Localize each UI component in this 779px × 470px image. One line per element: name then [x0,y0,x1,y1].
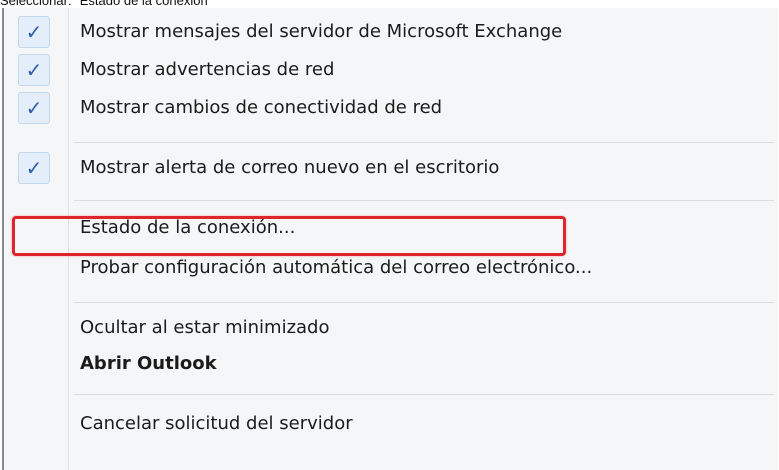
menu-item-open-outlook[interactable]: Abrir Outlook [4,346,779,382]
menu-separator [74,302,774,303]
menu-item-label: Mostrar advertencias de red [80,59,335,80]
checkmark-icon: ✓ [18,152,50,184]
menu-item-label: Cancelar solicitud del servidor [80,413,353,434]
menu-item-label: Abrir Outlook [80,353,217,374]
menu-item-label: Ocultar al estar minimizado [80,317,330,338]
menu-item-label: Mostrar cambios de conectividad de red [80,97,443,118]
checkmark-icon: ✓ [18,16,50,48]
menu-item-hide-when-minimized[interactable]: Ocultar al estar minimizado [4,310,779,346]
checkmark-icon: ✓ [18,92,50,124]
menu-item-new-mail-desktop-alert[interactable]: ✓ Mostrar alerta de correo nuevo en el e… [4,150,779,186]
menu-separator [74,394,774,395]
menu-item-label: Mostrar alerta de correo nuevo en el esc… [80,157,500,178]
menu-separator [74,142,774,143]
menu-item-show-network-warnings[interactable]: ✓ Mostrar advertencias de red [4,52,779,88]
menu-separator [74,200,774,201]
checkmark-icon: ✓ [18,54,50,86]
menu-item-label: Mostrar mensajes del servidor de Microso… [80,21,563,42]
highlight-annotation-box [12,216,566,256]
menu-item-show-exchange-messages[interactable]: ✓ Mostrar mensajes del servidor de Micro… [4,14,779,50]
menu-item-show-connectivity-changes[interactable]: ✓ Mostrar cambios de conectividad de red [4,90,779,126]
menu-item-cancel-server-request[interactable]: Cancelar solicitud del servidor [4,406,779,442]
